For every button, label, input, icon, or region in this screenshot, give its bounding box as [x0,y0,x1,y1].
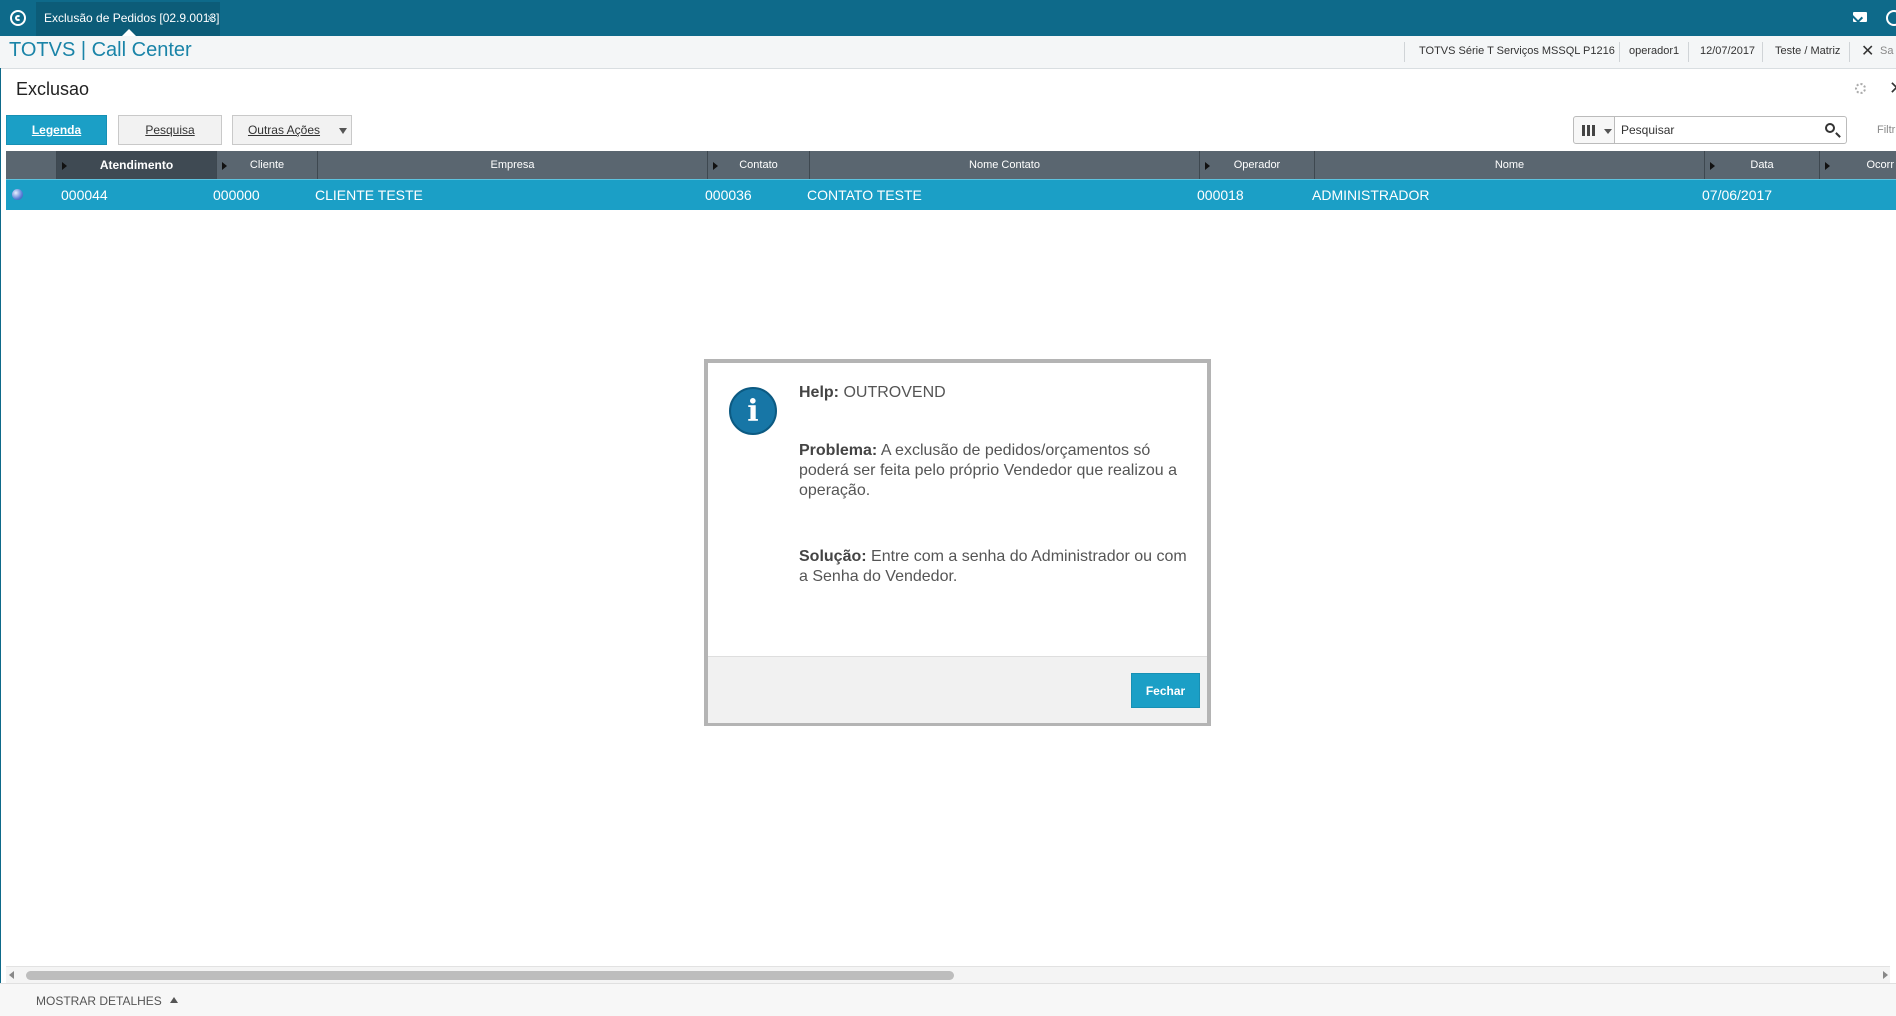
column-header-contato[interactable]: Contato [707,151,809,179]
header-bar: TOTVS | Call Center TOTVS Série T Serviç… [0,36,1896,69]
scrollbar-thumb[interactable] [26,971,954,980]
search-icon[interactable] [1825,123,1835,133]
gear-icon[interactable] [1855,83,1866,94]
cell-nome-contato: CONTATO TESTE [807,187,922,203]
sort-arrow-icon [1825,162,1830,170]
column-label: Data [1750,159,1774,171]
horizontal-scrollbar[interactable] [6,966,1890,983]
environment-label[interactable]: TOTVS Série T Serviços MSSQL P1216 [1419,45,1615,57]
column-label: Nome Contato [969,159,1040,171]
sort-arrow-icon [222,162,227,170]
cell-operador: 000018 [1197,187,1244,203]
window-border [0,68,1,1015]
column-header-nome[interactable]: Nome [1314,151,1704,179]
page-title: Exclusao [16,79,90,99]
column-label: Atendimento [99,158,174,172]
outras-acoes-button[interactable]: Outras Ações [232,115,352,145]
cell-empresa: CLIENTE TESTE [315,187,423,203]
column-label: Operador [1233,159,1281,171]
solution-label: Solução: [799,548,867,565]
help-code: OUTROVEND [843,384,946,401]
date-label[interactable]: 12/07/2017 [1700,45,1755,57]
footer-bar: MOSTRAR DETALHES [0,983,1896,1016]
column-header-status[interactable] [6,151,56,179]
help-line: Help: OUTROVEND [799,383,1189,403]
info-icon: i [729,387,777,435]
outras-acoes-label: Outras Ações [247,123,321,137]
chevron-up-icon [169,997,178,1003]
column-label: Empresa [490,159,535,171]
help-label: Help: [799,384,839,401]
problem-label: Problema: [799,442,878,459]
cell-contato: 000036 [705,187,752,203]
header-divider [1404,42,1405,62]
sort-arrow-icon [713,162,718,170]
tab-title: Exclusão de Pedidos [02.9.0013] [44,11,220,25]
sort-arrow-icon [1710,162,1715,170]
column-label: Nome [1494,159,1525,171]
chevron-down-icon [339,128,347,134]
column-label: Cliente [249,159,285,171]
problem-text: Problema: A exclusão de pedidos/orçament… [799,441,1189,501]
scroll-left-icon[interactable] [9,971,14,979]
column-header-empresa[interactable]: Empresa [317,151,707,179]
title-bar: Exclusão de Pedidos [02.9.0013] × [0,0,1896,36]
show-details-toggle[interactable]: MOSTRAR DETALHES [36,994,178,1008]
filter-label[interactable]: Filtr [1877,124,1895,136]
fechar-button[interactable]: Fechar [1131,673,1200,708]
tab-close-icon[interactable]: × [207,2,214,34]
cell-atendimento: 000044 [61,187,108,203]
brand-title: TOTVS | Call Center [9,39,192,61]
mail-icon[interactable] [1853,12,1867,22]
table-row[interactable]: 000044 000000 CLIENTE TESTE 000036 CONTA… [6,179,1896,210]
column-header-ocorrencia[interactable]: Ocorr [1819,151,1896,179]
grid-header: Atendimento Cliente Empresa Contato Nome… [6,151,1896,179]
column-label: Ocorr [1866,159,1895,171]
show-details-label: MOSTRAR DETALHES [36,994,162,1008]
exit-icon[interactable]: ✕ [1861,41,1874,61]
sort-arrow-icon [1205,162,1210,170]
legenda-button[interactable]: Legenda [6,115,107,145]
cell-nome: ADMINISTRADOR [1312,187,1430,203]
user-label[interactable]: operador1 [1629,45,1679,57]
header-divider [1762,42,1763,62]
column-header-nome-contato[interactable]: Nome Contato [809,151,1199,179]
chevron-down-icon [1604,129,1612,134]
pesquisa-button[interactable]: Pesquisa [118,115,222,145]
column-label: Contato [739,159,778,171]
totvs-logo-icon[interactable] [10,10,26,26]
branch-label[interactable]: Teste / Matriz [1775,45,1840,57]
column-header-operador[interactable]: Operador [1199,151,1314,179]
column-header-atendimento[interactable]: Atendimento [56,151,216,179]
solution-text: Solução: Entre com a senha do Administra… [799,547,1189,587]
column-picker-button[interactable] [1573,116,1615,144]
header-divider [1688,42,1689,62]
columns-icon [1582,125,1596,136]
header-divider [1619,42,1620,62]
cell-data: 07/06/2017 [1702,187,1773,203]
column-header-cliente[interactable]: Cliente [216,151,317,179]
dialog-footer: Fechar [708,656,1207,723]
search-input[interactable] [1614,116,1847,144]
scroll-right-icon[interactable] [1883,971,1888,979]
sort-arrow-icon [62,162,67,170]
header-divider [1849,42,1850,62]
help-dialog: i Help: OUTROVEND Problema: A exclusão d… [704,359,1211,726]
tab-exclusao-pedidos[interactable]: Exclusão de Pedidos [02.9.0013] × [36,2,220,36]
status-legend-icon [12,189,23,200]
exit-label[interactable]: Sa [1880,45,1893,57]
cell-cliente: 000000 [213,187,260,203]
column-header-data[interactable]: Data [1704,151,1819,179]
user-icon[interactable] [1886,10,1896,26]
close-icon[interactable]: ✕ [1889,78,1896,99]
